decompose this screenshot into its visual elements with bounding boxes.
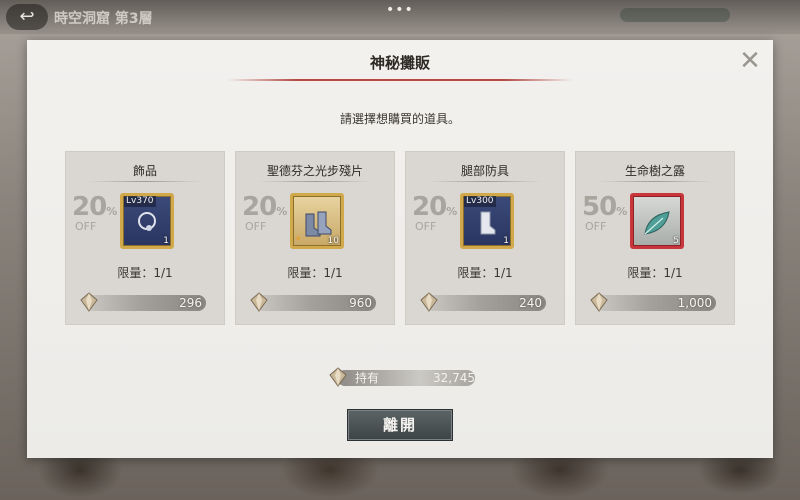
item-quantity: 10 [327, 236, 339, 246]
item-icon-frame[interactable]: Lv300 1 [460, 193, 514, 249]
fragment-mark-icon: ✦ [294, 234, 303, 245]
percent-symbol: % [106, 205, 118, 218]
discount-badge: 20% OFF [72, 193, 124, 232]
discount-badge: 50% OFF [582, 193, 634, 232]
item-icon-frame[interactable]: ✦ 10 [290, 193, 344, 249]
close-icon[interactable]: ✕ [737, 48, 763, 75]
instruction-text: 請選擇想購買的道具。 [339, 112, 460, 126]
menu-dots[interactable]: ••• [386, 2, 414, 18]
item-price: 296 [179, 296, 202, 310]
shop-item-card[interactable]: 聖德芬之光步殘片 20% OFF ✦ 10 限量：1/1 960 [235, 151, 395, 325]
item-price: 960 [349, 296, 372, 310]
item-name: 飾品 [132, 164, 157, 178]
percent-symbol: % [446, 205, 458, 218]
percent-symbol: % [616, 205, 628, 218]
purchase-limit: 限量：1/1 [627, 266, 683, 280]
top-bar: ↩ 時空洞窟 第3層 ••• [0, 0, 800, 34]
back-arrow-icon[interactable]: ↩ [6, 4, 48, 30]
off-label: OFF [245, 220, 267, 233]
item-icon-frame[interactable]: 5 [630, 193, 684, 249]
item-name: 聖德芬之光步殘片 [266, 164, 363, 178]
percent-symbol: % [276, 205, 288, 218]
discount-percent: 20 [72, 192, 107, 222]
card-divider [428, 181, 542, 182]
title-divider [227, 79, 573, 81]
purchase-limit: 限量：1/1 [457, 266, 513, 280]
gem-currency-icon [250, 292, 268, 312]
dialog-title: 神秘攤販 [369, 54, 430, 72]
currency-holdings: 持有 32,745 [327, 367, 477, 387]
off-label: OFF [75, 220, 97, 233]
off-label: OFF [585, 220, 607, 233]
card-divider [598, 181, 712, 182]
off-label: OFF [415, 220, 437, 233]
stage-title: 時空洞窟 第3層 [54, 11, 153, 27]
discount-percent: 50 [582, 192, 617, 222]
gem-currency-icon [80, 292, 98, 312]
shop-item-card[interactable]: 飾品 20% OFF Lv370 1 限量：1/1 296 [65, 151, 225, 325]
purchase-limit: 限量：1/1 [117, 266, 173, 280]
item-quantity: 1 [163, 236, 169, 246]
item-name: 生命樹之露 [624, 164, 685, 178]
mystery-vendor-dialog: 神秘攤販 ✕ 請選擇想購買的道具。 飾品 20% OFF Lv370 1 限量：… [27, 40, 773, 458]
item-quantity: 1 [503, 236, 509, 246]
item-price: 240 [519, 296, 542, 310]
shop-item-card[interactable]: 生命樹之露 50% OFF 5 限量：1/1 1,000 [575, 151, 735, 325]
holdings-value: 32,745 [433, 371, 475, 385]
item-level: Lv370 [124, 196, 156, 207]
shop-item-card[interactable]: 腿部防具 20% OFF Lv300 1 限量：1/1 240 [405, 151, 565, 325]
holdings-label: 持有 [355, 371, 380, 385]
discount-badge: 20% OFF [242, 193, 294, 232]
top-right-gauge [620, 8, 730, 22]
card-divider [88, 181, 202, 182]
gem-currency-icon [590, 292, 608, 312]
leave-button[interactable]: 離開 [347, 409, 453, 441]
discount-percent: 20 [242, 192, 277, 222]
gem-currency-icon [329, 367, 347, 387]
card-divider [258, 181, 372, 182]
discount-percent: 20 [412, 192, 447, 222]
item-price: 1,000 [677, 296, 712, 310]
item-level: Lv300 [464, 196, 496, 207]
item-quantity: 5 [673, 236, 679, 246]
item-name: 腿部防具 [460, 164, 509, 178]
purchase-limit: 限量：1/1 [287, 266, 343, 280]
item-icon-frame[interactable]: Lv370 1 [120, 193, 174, 249]
discount-badge: 20% OFF [412, 193, 464, 232]
gem-currency-icon [420, 292, 438, 312]
